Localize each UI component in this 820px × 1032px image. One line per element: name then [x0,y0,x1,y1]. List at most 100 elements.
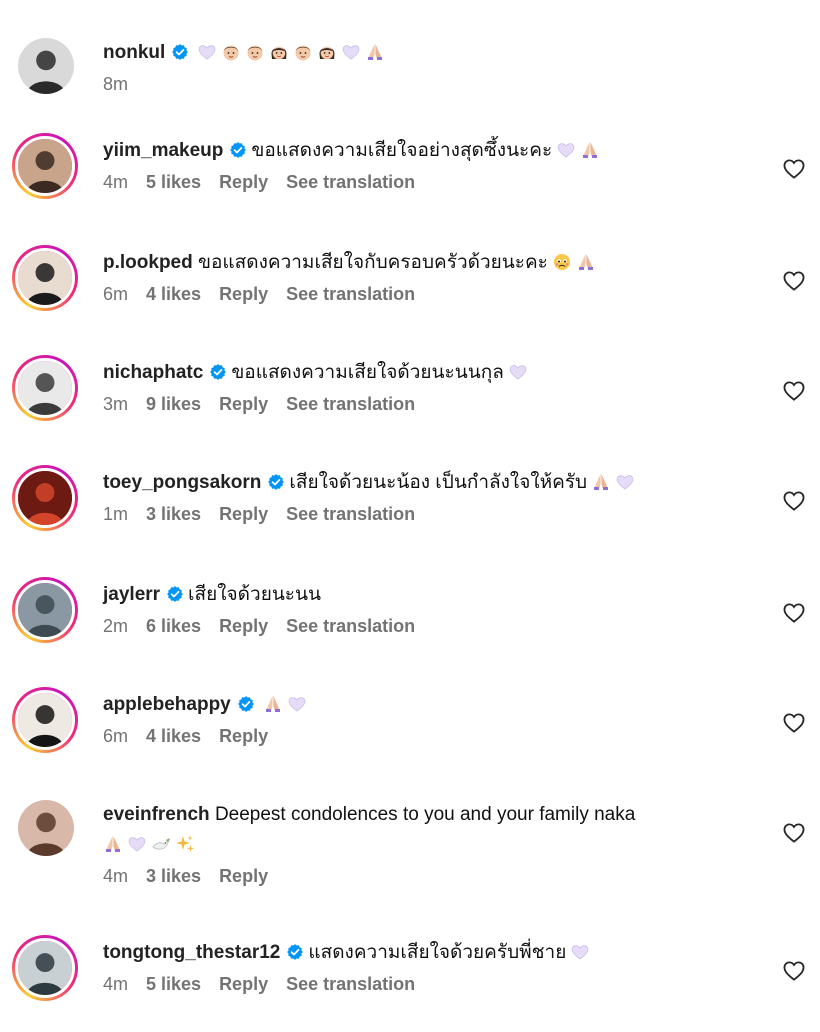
username-link[interactable]: jaylerr [103,584,160,605]
avatar[interactable] [18,800,74,856]
comment-line: tongtong_thestar12 แสดงความเสียใจด้วยครับ… [103,938,740,968]
like-heart-icon[interactable] [783,271,805,291]
avatar[interactable] [12,355,78,421]
verified-badge-icon [229,139,247,158]
timestamp: 1m [103,504,129,524]
like-heart-icon[interactable] [783,491,805,511]
avatar-image [15,938,75,998]
verified-badge-icon [171,41,189,60]
like-heart-icon[interactable] [783,823,805,843]
like-heart-icon[interactable] [783,961,805,981]
reply-button[interactable]: Reply [219,172,268,192]
comment-body: jaylerr เสียใจด้วยนะนน 2m 6 likes Reply See t… [103,580,740,637]
comment-text: เสียใจด้วยนะนน [188,584,321,605]
username-link[interactable]: nichaphatc [103,362,203,383]
username-link[interactable]: tongtong_thestar12 [103,942,280,963]
comment-meta: 8m [103,74,740,95]
comment-meta: 1m 3 likes Reply See translation [103,504,740,525]
comment-body: tongtong_thestar12 แสดงความเสียใจด้วยครับ… [103,938,740,995]
avatar[interactable] [12,133,78,199]
avatar-image [15,248,75,308]
timestamp: 2m [103,616,129,636]
see-translation-button[interactable]: See translation [286,394,415,414]
username-link[interactable]: applebehappy [103,694,231,715]
reply-button[interactable]: Reply [219,284,268,304]
avatar[interactable] [12,935,78,1001]
likes-count[interactable]: 9 likes [146,394,201,414]
timestamp: 6m [103,726,129,746]
comment-body: eveinfrench Deepest condolences to you a… [103,800,740,887]
comment-line: jaylerr เสียใจด้วยนะนน [103,580,740,610]
timestamp: 3m [103,394,129,414]
timestamp: 4m [103,172,129,192]
heart-emoji [570,942,590,962]
likes-count[interactable]: 3 likes [146,866,201,886]
comment-text: เสียใจด้วยนะน้อง เป็นกำลังใจให้ครับ [289,472,588,493]
like-heart-icon[interactable] [783,381,805,401]
avatar[interactable] [12,465,78,531]
see-translation-button[interactable]: See translation [286,974,415,994]
see-translation-button[interactable]: See translation [286,284,415,304]
comment-line: p.lookped ขอแสดงความเสียใจกับครอบครัวด้ว… [103,248,740,278]
see-translation-button[interactable]: See translation [286,172,415,192]
comment-meta: 2m 6 likes Reply See translation [103,616,740,637]
like-heart-icon[interactable] [783,159,805,179]
like-heart-icon[interactable] [783,603,805,623]
heart-emoji [341,42,361,62]
comment-line: applebehappy [103,690,740,720]
reply-button[interactable]: Reply [219,866,268,886]
avatar-image [18,38,74,94]
avatar-image [18,800,74,856]
timestamp: 4m [103,974,129,994]
see-translation-button[interactable]: See translation [286,504,415,524]
avatar-image [15,690,75,750]
pray-emoji [365,42,385,62]
username-link[interactable]: toey_pongsakorn [103,472,261,493]
likes-count[interactable]: 4 likes [146,726,201,746]
heart-emoji [197,42,217,62]
reply-button[interactable]: Reply [219,974,268,994]
pray-emoji [580,140,600,160]
username-link[interactable]: p.lookped [103,252,193,273]
man-face-emoji [293,42,313,62]
likes-count[interactable]: 6 likes [146,616,201,636]
avatar[interactable] [12,577,78,643]
avatar[interactable] [18,38,74,94]
avatar-image [15,358,75,418]
comment-text: ขอแสดงความเสียใจกับครอบครัวด้วยนะคะ [198,252,548,273]
comment-text: แสดงความเสียใจด้วยครับพี่ชาย [308,942,567,963]
comment-line: nonkul [103,38,740,68]
likes-count[interactable]: 3 likes [146,504,201,524]
verified-badge-icon [267,471,285,490]
dove-emoji [151,834,171,854]
likes-count[interactable]: 5 likes [146,974,201,994]
reply-button[interactable]: Reply [219,616,268,636]
heart-emoji [556,140,576,160]
reply-button[interactable]: Reply [219,726,268,746]
likes-count[interactable]: 5 likes [146,172,201,192]
comment-line: yiim_makeup ขอแสดงความเสียใจอย่างสุดซึ้งน… [103,136,740,166]
comment-meta: 6m 4 likes Reply See translation [103,284,740,305]
avatar[interactable] [12,245,78,311]
comment-body: nichaphatc ขอแสดงความเสียใจด้วยนะนนกุล 3m 9… [103,358,740,415]
timestamp: 6m [103,284,129,304]
username-link[interactable]: yiim_makeup [103,140,223,161]
reply-button[interactable]: Reply [219,394,268,414]
avatar-image [15,468,75,528]
verified-badge-icon [209,361,227,380]
username-link[interactable]: eveinfrench [103,804,210,825]
likes-count[interactable]: 4 likes [146,284,201,304]
sparkles-emoji [175,834,195,854]
heart-emoji [127,834,147,854]
see-translation-button[interactable]: See translation [286,616,415,636]
heart-emoji [615,472,635,492]
reply-button[interactable]: Reply [219,504,268,524]
pray-emoji [576,252,596,272]
like-heart-icon[interactable] [783,713,805,733]
comment-body: p.lookped ขอแสดงความเสียใจกับครอบครัวด้ว… [103,248,740,305]
username-link[interactable]: nonkul [103,42,165,63]
heart-emoji [287,694,307,714]
pray-emoji [263,694,283,714]
avatar[interactable] [12,687,78,753]
comment-list: nonkul 8m yiim_makeup ขอแสดงความเสียใจอย่าง… [0,0,820,1032]
